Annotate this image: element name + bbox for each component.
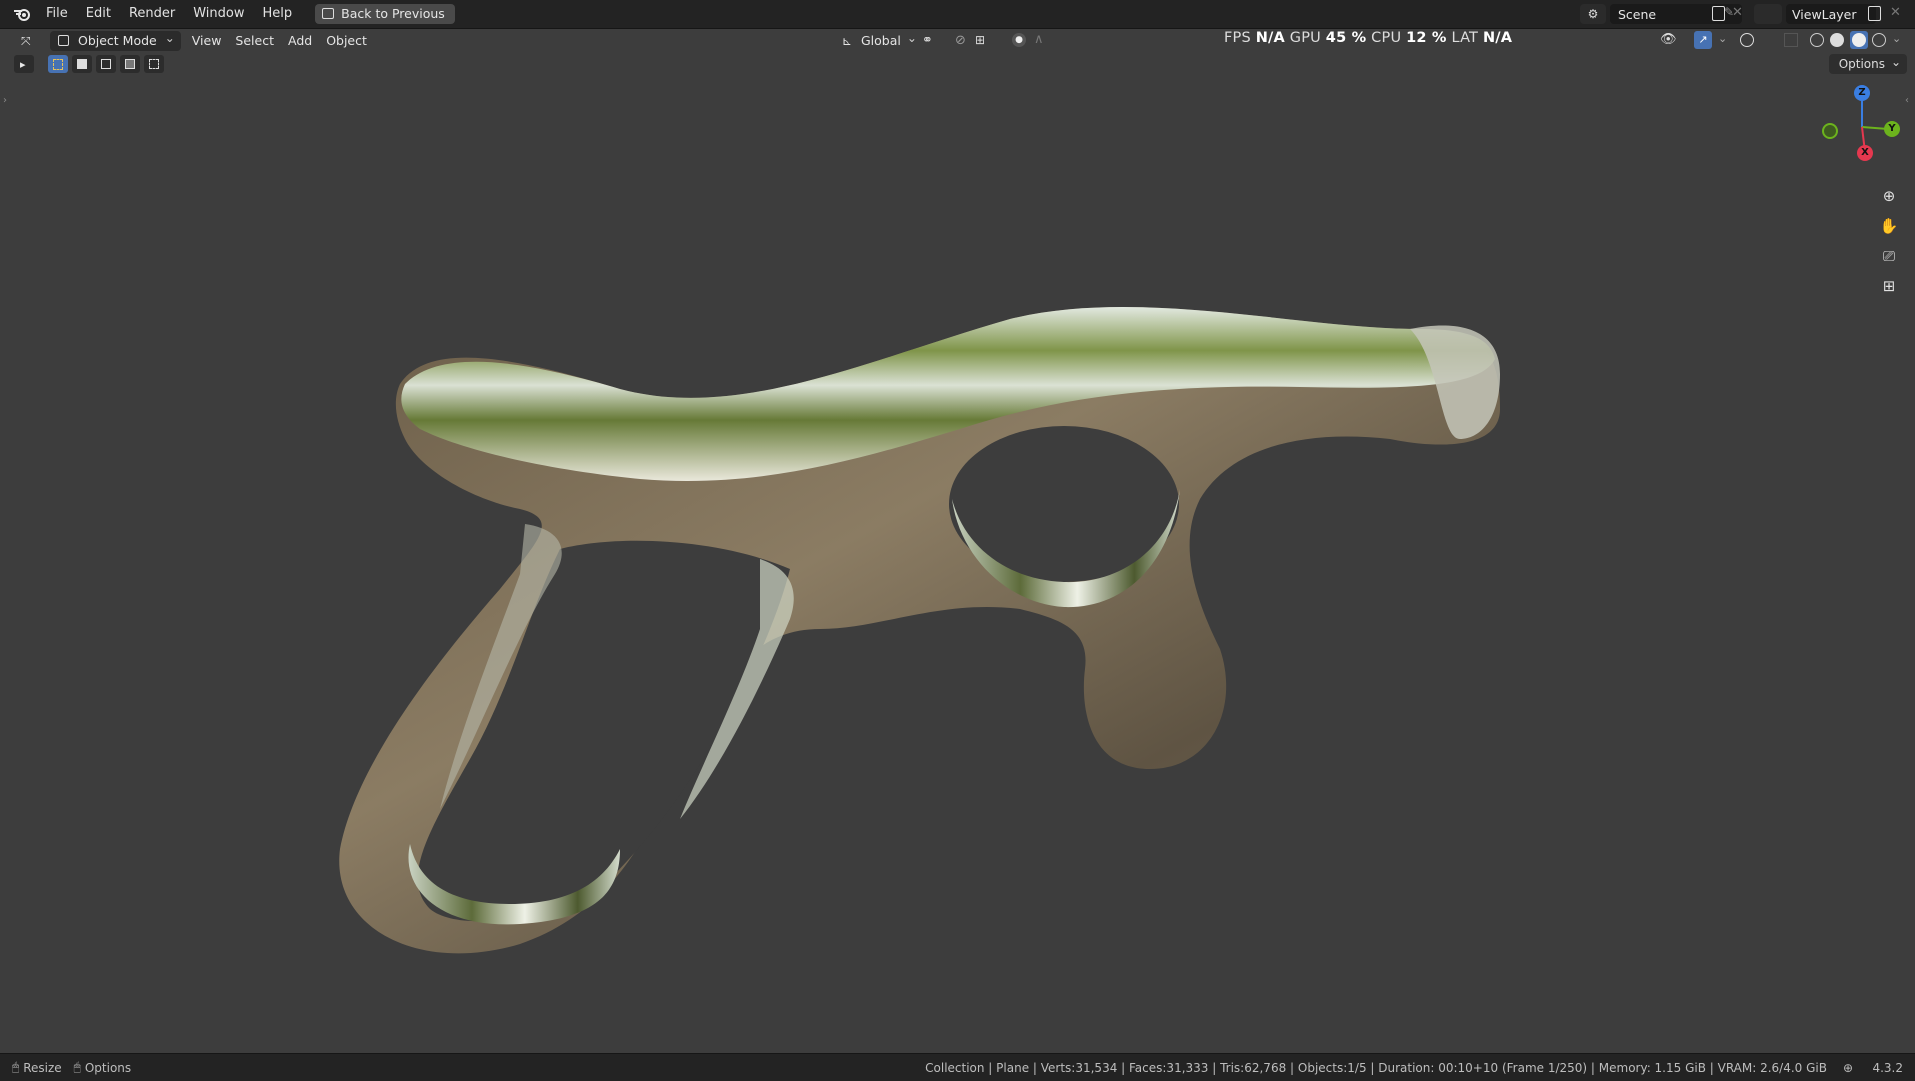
viewport-header: ⤧ Object Mode View Select Add Object ⊾ G… xyxy=(0,28,1915,53)
overlay-dropdown-icon[interactable]: ⌄ xyxy=(1718,32,1727,45)
shading-dropdown-icon[interactable]: ⌄ xyxy=(1892,32,1901,45)
scene-name: Scene xyxy=(1618,6,1657,22)
snap-target-icon[interactable]: ⊞ xyxy=(975,33,985,47)
object-mode-label: Object Mode xyxy=(78,33,157,48)
snap-toggle-icon[interactable]: ⊘ xyxy=(955,33,966,48)
lat-label: LAT xyxy=(1451,30,1479,46)
gpu-value: 45 % xyxy=(1325,30,1367,46)
zoom-icon[interactable]: ⊕ xyxy=(1876,183,1902,209)
select-invert-mode-icon[interactable] xyxy=(120,55,140,73)
blender-version: 4.3.2 xyxy=(1872,1060,1903,1075)
cpu-label: CPU xyxy=(1371,30,1402,46)
navigation-gizmo[interactable]: Z Y X xyxy=(1812,79,1912,179)
gizmo-toggle-icon[interactable]: ↗ xyxy=(1694,31,1712,49)
view-layer-selector[interactable]: ViewLayer xyxy=(1786,4,1876,24)
axis-y-handle[interactable]: Y xyxy=(1884,121,1900,137)
menu-help[interactable]: Help xyxy=(254,0,302,28)
object-mode-icon xyxy=(58,35,69,46)
select-box-mode-icon[interactable] xyxy=(48,55,68,73)
material-shading-icon[interactable] xyxy=(1850,31,1868,49)
performance-stats: FPS N/A GPU 45 % CPU 12 % LAT N/A xyxy=(1224,30,1512,46)
menu-add[interactable]: Add xyxy=(281,31,319,51)
wireframe-shading-icon[interactable] xyxy=(1810,33,1824,47)
menu-select[interactable]: Select xyxy=(228,31,281,51)
menu-view[interactable]: View xyxy=(185,31,229,51)
view-layer-icon[interactable] xyxy=(1754,4,1782,24)
new-scene-icon[interactable] xyxy=(1712,6,1725,21)
ortho-grid-icon[interactable]: ⊞ xyxy=(1876,273,1902,299)
orientation-icon: ⊾ xyxy=(842,34,853,48)
options-label: Options xyxy=(1838,57,1885,71)
axis-x-handle[interactable]: X xyxy=(1857,145,1873,161)
toolbar-expand-icon[interactable]: › xyxy=(3,95,7,106)
back-to-previous-button[interactable]: Back to Previous xyxy=(315,4,455,24)
editor-type-icon: ⤧ xyxy=(21,34,31,48)
scene-type-icon[interactable]: ⚙ xyxy=(1580,4,1606,24)
rendered-shading-icon[interactable] xyxy=(1872,33,1886,47)
axis-neg-y-handle[interactable] xyxy=(1822,123,1838,139)
editor-type-selector[interactable]: ⤧ xyxy=(14,31,44,51)
transform-orientation-dropdown[interactable]: ⊾ Global xyxy=(835,28,923,51)
blender-logo-icon[interactable] xyxy=(11,3,33,25)
scene-statistics: Collection | Plane | Verts:31,534 | Face… xyxy=(925,1060,1827,1075)
mouse-right-icon: 🖱 xyxy=(73,1060,81,1074)
overlays-icon[interactable] xyxy=(1740,33,1754,47)
axis-z-handle[interactable]: Z xyxy=(1854,85,1870,101)
menu-window[interactable]: Window xyxy=(184,0,253,28)
select-extend-mode-icon[interactable] xyxy=(72,55,92,73)
mouse-left-icon: 🖱 xyxy=(12,1060,20,1074)
back-to-previous-icon xyxy=(322,8,335,19)
visibility-icon[interactable]: 👁 xyxy=(1660,32,1677,47)
select-tool-icon[interactable]: ▸ xyxy=(14,55,34,73)
fps-value: N/A xyxy=(1255,30,1285,46)
proportional-edit-icon[interactable]: ● xyxy=(1012,33,1026,47)
cpu-value: 12 % xyxy=(1406,30,1447,46)
options-chevron-icon: ⌄ xyxy=(1890,55,1901,69)
view-layer-name: ViewLayer xyxy=(1792,6,1857,22)
menu-object[interactable]: Object xyxy=(319,31,374,51)
fps-label: FPS xyxy=(1224,30,1251,46)
delete-view-layer-icon[interactable]: ✕ xyxy=(1890,5,1901,20)
gpu-label: GPU xyxy=(1289,30,1321,46)
new-view-layer-icon[interactable] xyxy=(1868,6,1881,21)
select-subtract-mode-icon[interactable] xyxy=(96,55,116,73)
solid-shading-icon[interactable] xyxy=(1830,33,1844,47)
3d-viewport[interactable]: ⤧ Object Mode View Select Add Object ⊾ G… xyxy=(0,28,1915,1053)
orientation-label: Global xyxy=(861,33,901,48)
menu-render[interactable]: Render xyxy=(120,0,184,28)
pivot-point-icon[interactable]: ⚭ xyxy=(922,33,933,48)
falloff-icon[interactable]: ∧ xyxy=(1034,32,1044,47)
lat-value: N/A xyxy=(1482,30,1513,46)
resize-hint: Resize xyxy=(23,1060,62,1075)
back-to-previous-label: Back to Previous xyxy=(341,6,445,21)
globe-icon: ⊕ xyxy=(1842,1060,1853,1075)
menu-file[interactable]: File xyxy=(37,0,77,28)
3d-object-render xyxy=(339,306,1501,954)
top-menu-bar: File Edit Render Window Help Back to Pre… xyxy=(0,0,1915,29)
delete-scene-icon[interactable]: ✕ xyxy=(1732,5,1743,20)
options-dropdown[interactable]: Options ⌄ xyxy=(1828,54,1907,74)
pan-hand-icon[interactable]: ✋ xyxy=(1876,213,1902,239)
tool-row: ▸ xyxy=(14,55,164,73)
camera-view-icon[interactable]: ⎚ xyxy=(1876,243,1902,269)
options-hint: Options xyxy=(84,1060,132,1075)
status-bar: 🖱 Resize 🖱 Options Collection | Plane | … xyxy=(0,1053,1915,1081)
xray-icon[interactable] xyxy=(1784,33,1798,47)
object-mode-dropdown[interactable]: Object Mode xyxy=(50,28,181,51)
select-intersect-mode-icon[interactable] xyxy=(144,55,164,73)
menu-edit[interactable]: Edit xyxy=(77,0,120,28)
